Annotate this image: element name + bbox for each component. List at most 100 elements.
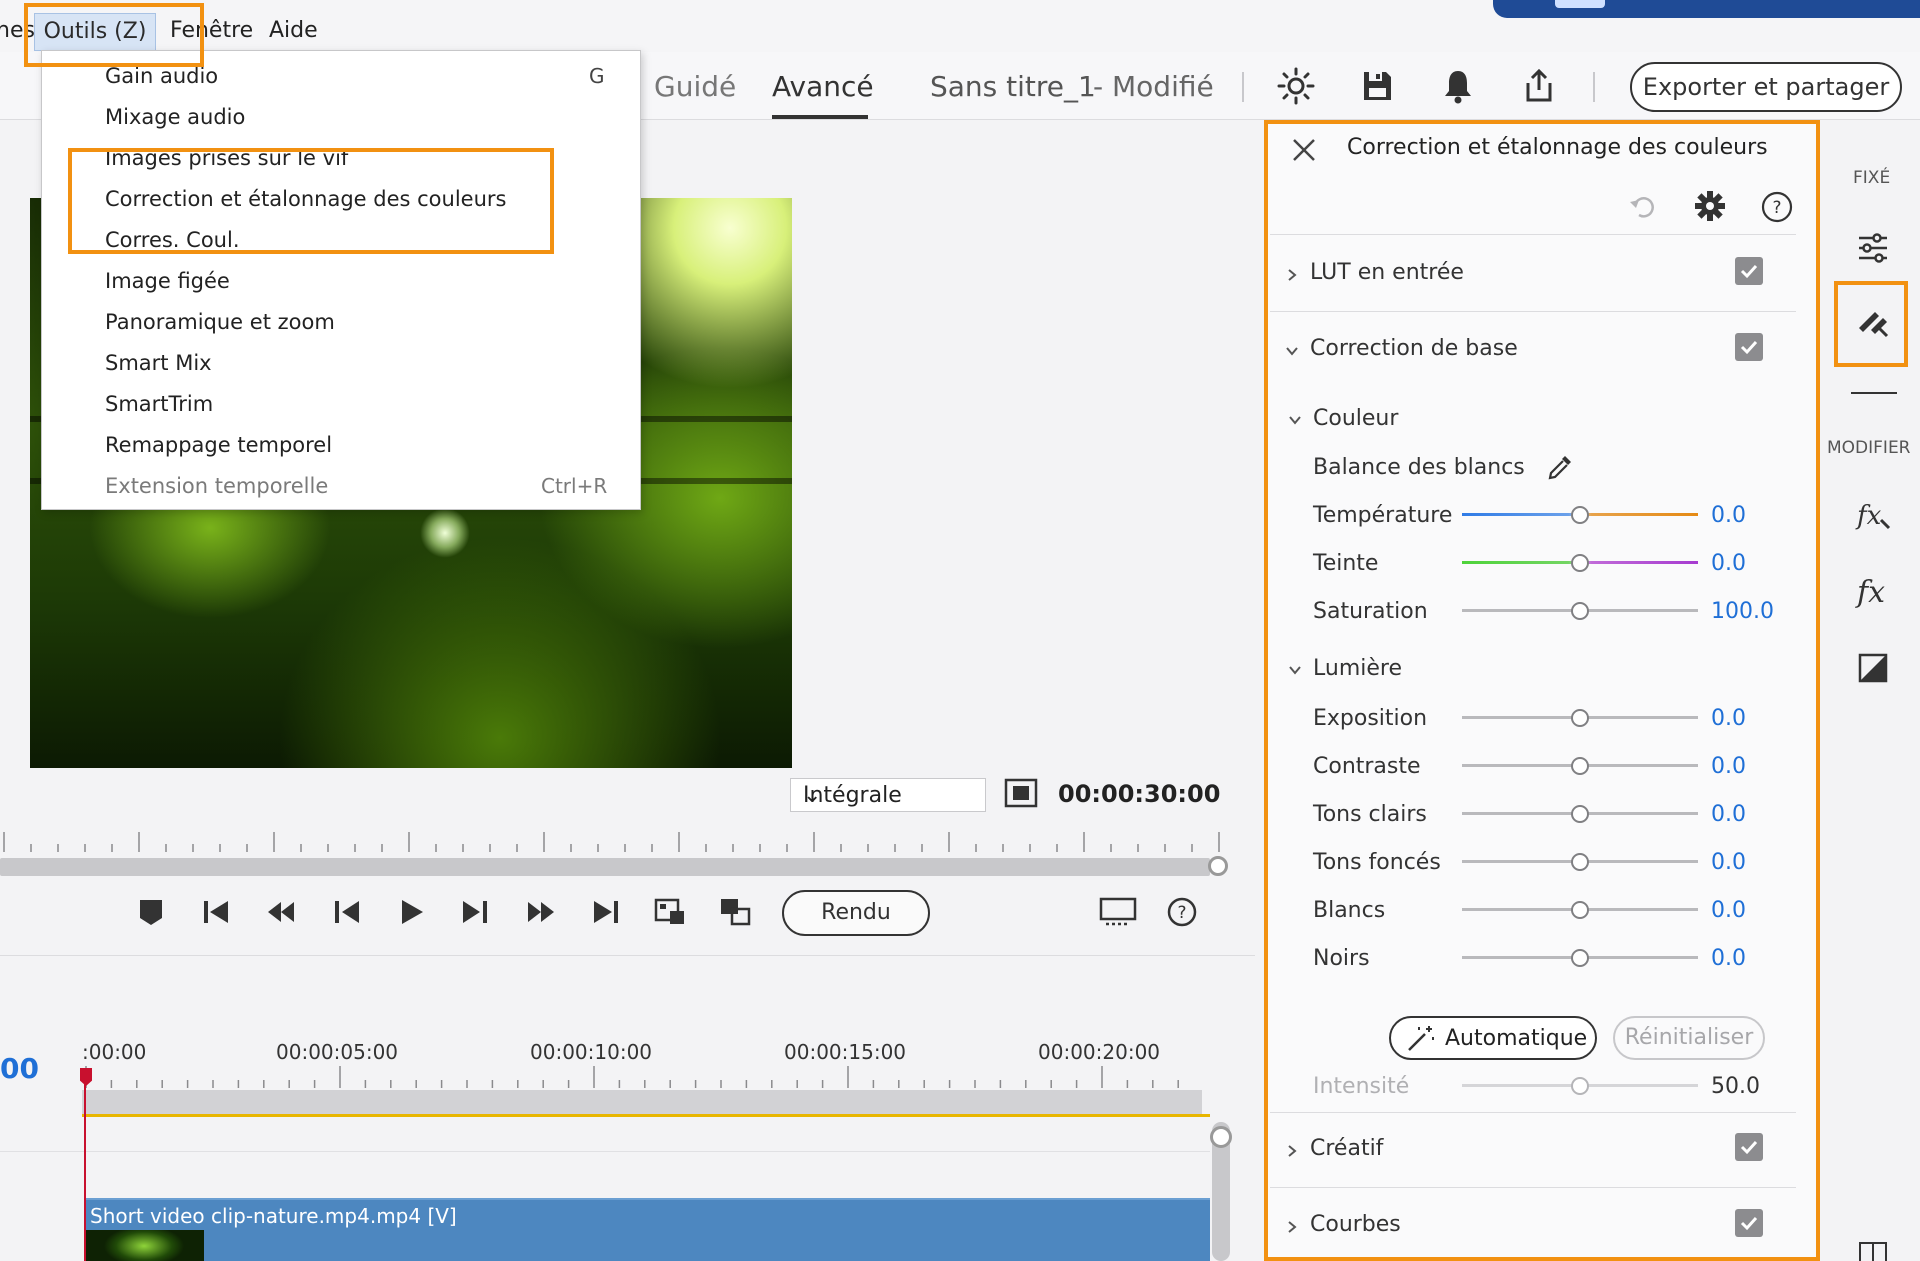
contrast-slider[interactable] (1462, 756, 1698, 776)
go-to-end-icon[interactable] (588, 894, 624, 930)
intensity-handle[interactable] (1571, 1077, 1589, 1095)
tint-slider[interactable] (1462, 553, 1698, 573)
rewind-icon[interactable] (263, 894, 299, 930)
temperature-handle[interactable] (1571, 506, 1589, 524)
play-icon[interactable] (393, 894, 429, 930)
highlights-handle[interactable] (1571, 805, 1589, 823)
section-color[interactable]: Couleur (1313, 406, 1398, 431)
menu-item-fenetre[interactable]: Fenêtre (170, 18, 253, 43)
eyedropper-icon[interactable] (1545, 452, 1575, 482)
whites-slider[interactable] (1462, 900, 1698, 920)
creative-checkbox[interactable] (1735, 1133, 1763, 1161)
step-forward-icon[interactable] (458, 894, 494, 930)
step-back-icon[interactable] (328, 894, 364, 930)
export-share-button[interactable]: Exporter et partager (1630, 62, 1902, 112)
menu-item-smarttrim[interactable]: SmartTrim (105, 392, 213, 416)
undo-icon[interactable] (1627, 191, 1659, 223)
close-icon[interactable] (1290, 136, 1318, 164)
menu-item-freeze-frame[interactable]: Image figée (105, 269, 230, 293)
tab-guide[interactable]: Guidé (654, 70, 736, 103)
menu-item-partial[interactable]: nes (0, 18, 35, 43)
fast-forward-icon[interactable] (523, 894, 559, 930)
section-curves[interactable]: Courbes (1310, 1212, 1401, 1237)
bell-icon[interactable] (1438, 66, 1478, 106)
auto-button[interactable]: Automatique (1389, 1016, 1597, 1060)
chevron-right-icon[interactable] (1285, 1220, 1299, 1234)
brightness-icon[interactable] (1276, 66, 1316, 106)
video-clip[interactable]: Short video clip-nature.mp4.mp4 [V] (84, 1198, 1210, 1261)
adjustments-icon[interactable] (1853, 228, 1893, 268)
contrast-handle[interactable] (1571, 757, 1589, 775)
shadows-slider[interactable] (1462, 852, 1698, 872)
saturation-slider[interactable] (1462, 601, 1698, 621)
tint-value[interactable]: 0.0 (1711, 551, 1746, 576)
timeline-work-area[interactable] (82, 1090, 1202, 1114)
highlights-value[interactable]: 0.0 (1711, 802, 1746, 827)
tint-handle[interactable] (1571, 554, 1589, 572)
render-button[interactable]: Rendu (782, 890, 930, 936)
whites-handle[interactable] (1571, 901, 1589, 919)
blacks-value[interactable]: 0.0 (1711, 946, 1746, 971)
section-lut[interactable]: LUT en entrée (1310, 260, 1464, 285)
saturation-handle[interactable] (1571, 602, 1589, 620)
menu-item-time-remap[interactable]: Remappage temporel (105, 433, 332, 457)
fit-to-window-icon[interactable] (1004, 778, 1038, 808)
menu-item-freeze-captures[interactable]: Images prises sur le vif (105, 146, 348, 170)
shadows-handle[interactable] (1571, 853, 1589, 871)
menu-item-audio-mix[interactable]: Mixage audio (105, 105, 245, 129)
chevron-right-icon[interactable] (1285, 1144, 1299, 1158)
temperature-value[interactable]: 0.0 (1711, 503, 1746, 528)
temperature-slider[interactable] (1462, 505, 1698, 525)
menu-item-color-match[interactable]: Corres. Coul. (105, 228, 240, 252)
scrub-handle[interactable] (1208, 856, 1228, 876)
menu-item-aide[interactable]: Aide (269, 18, 318, 43)
basic-correction-checkbox[interactable] (1735, 333, 1763, 361)
applied-effects-icon[interactable]: fx (1853, 496, 1893, 536)
menu-item-color-correction[interactable]: Correction et étalonnage des couleurs (105, 187, 506, 211)
saturation-value[interactable]: 100.0 (1711, 599, 1774, 624)
menu-item-audio-gain[interactable]: Gain audio (105, 64, 218, 88)
menu-item-pan-zoom[interactable]: Panoramique et zoom (105, 310, 335, 334)
menu-item-smart-mix[interactable]: Smart Mix (105, 351, 212, 375)
whites-value[interactable]: 0.0 (1711, 898, 1746, 923)
section-light[interactable]: Lumière (1313, 656, 1402, 681)
lut-checkbox[interactable] (1735, 257, 1763, 285)
chevron-down-icon[interactable] (1288, 663, 1302, 677)
frame-capture-icon[interactable] (652, 894, 688, 930)
blacks-handle[interactable] (1571, 949, 1589, 967)
color-tools-icon[interactable] (1853, 304, 1893, 344)
share-icon[interactable] (1519, 66, 1559, 106)
help-icon[interactable]: ? (1164, 894, 1200, 930)
panel-layout-icon[interactable] (1857, 1240, 1889, 1261)
contrast-value[interactable]: 0.0 (1711, 754, 1746, 779)
shadows-value[interactable]: 0.0 (1711, 850, 1746, 875)
safe-margins-icon[interactable] (1098, 894, 1138, 930)
curves-checkbox[interactable] (1735, 1209, 1763, 1237)
timeline-ruler[interactable] (82, 1064, 1202, 1088)
intensity-slider[interactable] (1462, 1076, 1698, 1096)
tab-avance[interactable]: Avancé (772, 70, 874, 103)
highlights-slider[interactable] (1462, 804, 1698, 824)
reset-button[interactable]: Réinitialiser (1613, 1016, 1765, 1060)
save-icon[interactable] (1357, 66, 1397, 106)
chevron-down-icon[interactable] (1285, 344, 1299, 358)
top-brand-button[interactable] (1555, 0, 1605, 8)
export-frame-icon[interactable] (717, 894, 753, 930)
marker-icon[interactable] (133, 894, 169, 930)
section-basic-correction[interactable]: Correction de base (1310, 336, 1518, 361)
go-to-start-icon[interactable] (198, 894, 234, 930)
scrub-bar[interactable] (0, 858, 1210, 876)
playback-quality-select[interactable]: Intégrale ⌄ (790, 778, 986, 812)
chevron-down-icon[interactable] (1288, 413, 1302, 427)
timeline-scroll-handle[interactable] (1210, 1126, 1232, 1148)
effects-icon[interactable]: fx (1853, 572, 1893, 612)
help-icon[interactable]: ? (1760, 190, 1794, 224)
exposure-slider[interactable] (1462, 708, 1698, 728)
exposure-value[interactable]: 0.0 (1711, 706, 1746, 731)
transitions-icon[interactable] (1853, 648, 1893, 688)
exposure-handle[interactable] (1571, 709, 1589, 727)
menu-item-outils[interactable]: Outils (Z) (34, 13, 156, 51)
gear-icon[interactable] (1693, 189, 1727, 223)
blacks-slider[interactable] (1462, 948, 1698, 968)
section-creative[interactable]: Créatif (1310, 1136, 1383, 1161)
